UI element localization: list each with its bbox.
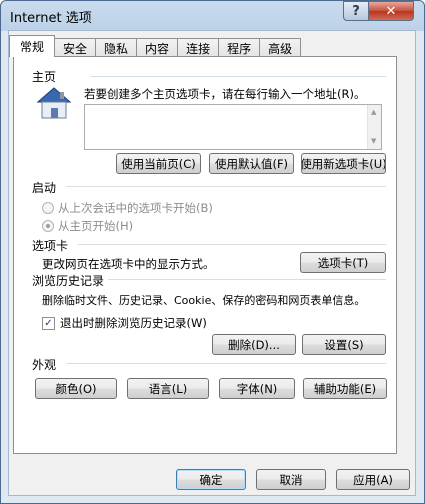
home-instruction-text: 若要创建多个主页选项卡，请在每行输入一个地址(R)。 <box>84 87 366 101</box>
history-section-heading: 浏览历史记录 <box>32 274 105 288</box>
startup-last-session-option[interactable]: 从上次会话中的选项卡开始(B) <box>42 200 213 216</box>
colors-button[interactable]: 颜色(O) <box>35 378 117 399</box>
startup-section-divider <box>66 186 386 187</box>
accessibility-button[interactable]: 辅助功能(E) <box>303 378 387 399</box>
home-section-divider <box>90 76 386 77</box>
tab-security[interactable]: 安全 <box>54 38 97 58</box>
use-current-button[interactable]: 使用当前页(C) <box>116 153 201 174</box>
delete-history-button[interactable]: 删除(D)... <box>212 334 296 355</box>
use-new-tab-button[interactable]: 使用新选项卡(U) <box>301 153 386 174</box>
startup-home-page-option[interactable]: 从主页开始(H) <box>42 218 133 234</box>
languages-button[interactable]: 语言(L) <box>127 378 209 399</box>
history-settings-button[interactable]: 设置(S) <box>302 334 386 355</box>
tabs-section-divider <box>78 244 386 245</box>
cancel-button[interactable]: 取消 <box>256 469 326 490</box>
appearance-section-heading: 外观 <box>32 358 57 372</box>
tabs-description-text: 更改网页在选项卡中的显示方式。 <box>42 257 215 271</box>
home-page-icon <box>36 87 72 119</box>
ok-button[interactable]: 确定 <box>176 469 246 490</box>
tab-privacy[interactable]: 隐私 <box>95 38 138 58</box>
home-address-field[interactable]: ▲ ▼ <box>84 104 382 150</box>
close-button[interactable]: ✕ <box>368 1 414 21</box>
scroll-down-icon[interactable]: ▼ <box>371 137 376 145</box>
help-button[interactable]: ? <box>343 1 369 21</box>
home-address-scrollbar[interactable]: ▲ ▼ <box>367 105 381 149</box>
startup-last-session-radio[interactable] <box>42 202 54 214</box>
history-section-divider <box>108 279 386 280</box>
use-default-button[interactable]: 使用默认值(F) <box>209 153 294 174</box>
help-icon: ? <box>352 3 360 19</box>
home-section-heading: 主页 <box>32 70 57 84</box>
tab-connections[interactable]: 连接 <box>177 38 220 58</box>
close-icon: ✕ <box>385 3 397 19</box>
apply-button[interactable]: 应用(A) <box>336 469 410 490</box>
tab-programs[interactable]: 程序 <box>218 38 261 58</box>
tab-advanced[interactable]: 高级 <box>259 38 302 58</box>
delete-history-on-exit-checkbox[interactable]: ✓ <box>42 316 55 330</box>
tab-content[interactable]: 内容 <box>136 38 179 58</box>
fonts-button[interactable]: 字体(N) <box>219 378 295 399</box>
startup-section-heading: 启动 <box>32 181 57 195</box>
tab-strip: 常规 安全 隐私 内容 连接 程序 高级 <box>9 35 302 58</box>
startup-home-page-radio[interactable] <box>42 220 54 232</box>
window-title: Internet 选项 <box>10 11 92 26</box>
scroll-up-icon[interactable]: ▲ <box>371 108 376 116</box>
delete-history-on-exit-option[interactable]: ✓ 退出时删除浏览历史记录(W) <box>42 315 207 331</box>
tab-general[interactable]: 常规 <box>9 35 56 57</box>
appearance-section-divider <box>66 363 386 364</box>
history-description-text: 删除临时文件、历史记录、Cookie、保存的密码和网页表单信息。 <box>42 294 366 307</box>
tabs-settings-button[interactable]: 选项卡(T) <box>300 252 386 273</box>
tabs-section-heading: 选项卡 <box>32 239 69 253</box>
